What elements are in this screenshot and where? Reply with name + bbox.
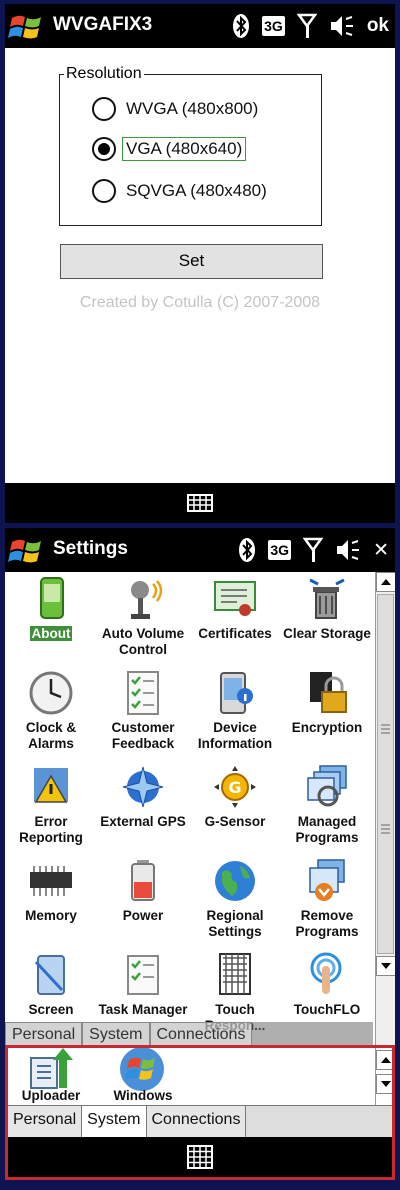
bluetooth-icon: [233, 14, 250, 38]
screen-icon: [34, 955, 65, 995]
settings-item-label: Power: [122, 908, 164, 923]
settings-item-auto-volume[interactable]: Auto Volume Control: [97, 572, 189, 664]
highlight-frame: [5, 1045, 395, 1180]
memory-chip-icon: [30, 866, 72, 896]
wvgafix-screen: WVGAFIX3 3G ok Resolution WVGA (480x800): [5, 4, 395, 523]
radio-button-wvga[interactable]: [92, 97, 116, 121]
settings-item-label: Customer Feedback: [111, 720, 175, 751]
settings-item-label: Device Information: [197, 720, 273, 751]
settings-item-clear-storage[interactable]: Clear Storage: [281, 572, 373, 664]
volume-icon[interactable]: [335, 537, 361, 563]
signal-antenna-icon: [296, 13, 317, 38]
scroll-down-button[interactable]: [376, 956, 395, 976]
signal-antenna-icon: [303, 537, 324, 562]
settings-item-label: Auto Volume Control: [101, 626, 185, 657]
device-info-icon: [220, 672, 253, 714]
settings-item-clock-alarms[interactable]: Clock & Alarms: [5, 666, 97, 758]
settings-item-label: Encryption: [291, 720, 363, 735]
arrow-down-icon: [381, 963, 391, 969]
scroll-thumb[interactable]: [377, 594, 394, 954]
window-title: Settings: [53, 538, 128, 559]
title-bar: WVGAFIX3 3G ok: [5, 4, 395, 48]
resolution-label: Resolution: [64, 65, 144, 83]
option-wvga-label: WVGA (480x800): [126, 99, 259, 118]
volume-icon[interactable]: [329, 13, 355, 39]
ok-button[interactable]: ok: [367, 15, 389, 37]
resolution-groupbox: Resolution WVGA (480x800) VGA (480x640) …: [59, 65, 322, 226]
settings-item-label: Memory: [25, 908, 77, 923]
settings-item-error-reporting[interactable]: Error Reporting: [5, 760, 97, 852]
option-sqvga-label: SQVGA (480x480): [126, 181, 267, 200]
option-sqvga[interactable]: SQVGA (480x480): [92, 179, 271, 203]
clock-icon: [29, 671, 73, 715]
credit-text: Created by Cotulla (C) 2007-2008: [79, 294, 321, 311]
radio-button-sqvga[interactable]: [92, 179, 116, 203]
settings-item-label: Managed Programs: [295, 814, 359, 845]
radio-button-vga[interactable]: [92, 137, 116, 161]
trash-icon: [309, 578, 345, 619]
settings-item-label: Regional Settings: [206, 908, 264, 939]
settings-item-label: External GPS: [100, 814, 186, 829]
checklist-icon: [127, 671, 159, 715]
battery-icon: [131, 860, 155, 901]
svg-text:G: G: [228, 778, 241, 797]
settings-item-customer-feedback[interactable]: Customer Feedback: [97, 666, 189, 758]
settings-item-label: Screen: [28, 1002, 74, 1017]
arrow-up-icon: [381, 579, 391, 585]
set-button[interactable]: Set: [60, 244, 323, 279]
settings-item-memory[interactable]: Memory: [5, 854, 97, 946]
settings-item-encryption[interactable]: Encryption: [281, 666, 373, 758]
close-button[interactable]: ✕: [373, 539, 389, 562]
phone-icon: [40, 577, 64, 619]
settings-item-power[interactable]: Power: [97, 854, 189, 946]
lock-icon: [310, 672, 347, 713]
settings-item-label: Error Reporting: [19, 814, 83, 845]
network-3g-icon: 3G: [262, 16, 285, 36]
settings-item-external-gps[interactable]: External GPS: [97, 760, 189, 852]
gps-icon: [122, 766, 164, 808]
title-bar: Settings 3G ✕: [5, 528, 395, 572]
menu-bar: [5, 483, 395, 523]
g-sensor-icon: G: [214, 766, 256, 808]
settings-item-remove-programs[interactable]: Remove Programs: [281, 854, 373, 946]
option-wvga[interactable]: WVGA (480x800): [92, 97, 262, 121]
settings-item-g-sensor[interactable]: G G-Sensor: [189, 760, 281, 852]
remove-programs-icon: [309, 859, 345, 901]
option-vga-label: VGA (480x640): [122, 137, 247, 161]
window-title: WVGAFIX3: [53, 14, 153, 35]
scroll-up-button[interactable]: [376, 572, 395, 592]
warning-icon: [34, 768, 68, 803]
microphone-icon: [131, 580, 163, 619]
settings-item-label: Task Manager: [98, 1002, 188, 1017]
settings-item-label: TouchFLO: [293, 1002, 361, 1017]
settings-item-certificates[interactable]: Certificates: [189, 572, 281, 664]
touch-response-icon: [219, 953, 251, 995]
network-3g-icon: 3G: [268, 540, 292, 560]
settings-item-device-information[interactable]: Device Information: [189, 666, 281, 758]
settings-item-about[interactable]: About: [5, 572, 97, 664]
settings-item-label: Clock & Alarms: [25, 720, 77, 751]
task-manager-icon: [127, 955, 159, 995]
grip-icon: [381, 724, 390, 834]
keyboard-icon[interactable]: [187, 494, 213, 512]
settings-item-label: Clear Storage: [283, 626, 371, 641]
settings-screen: Settings 3G ✕ About Auto Volume Control …: [5, 528, 395, 1180]
settings-item-regional-settings[interactable]: Regional Settings: [189, 854, 281, 946]
touch-finger-icon: [310, 952, 342, 994]
settings-item-label: Remove Programs: [295, 908, 359, 939]
settings-item-label: G-Sensor: [204, 814, 266, 829]
windows-start-icon[interactable]: [8, 534, 46, 566]
globe-icon: [215, 861, 255, 901]
option-vga[interactable]: VGA (480x640): [92, 137, 247, 161]
bluetooth-icon: [239, 538, 256, 562]
settings-item-label: Certificates: [198, 626, 272, 641]
windows-start-icon[interactable]: [8, 10, 46, 42]
settings-item-managed-programs[interactable]: Managed Programs: [281, 760, 373, 852]
settings-item-label: About: [29, 626, 73, 641]
settings-icon-grid: About Auto Volume Control Certificates C…: [5, 572, 373, 1092]
windows-stack-icon: [307, 765, 347, 807]
certificate-icon: [214, 581, 256, 616]
